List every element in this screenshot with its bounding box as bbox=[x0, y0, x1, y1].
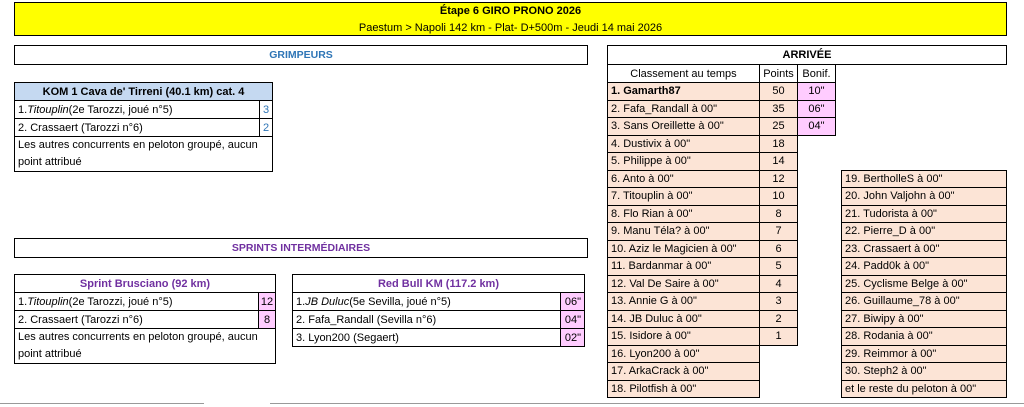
arrivee-row-label: 15. Isidore à 00" bbox=[607, 327, 760, 346]
arrivee-row-points: 25 bbox=[759, 117, 798, 136]
arrivee-right-row: 23. Crassaert à 00" bbox=[841, 239, 1007, 258]
brusciano-note: Les autres concurrents en peloton groupé… bbox=[14, 328, 276, 364]
arrivee-right-row: 22. Pierre_D à 00" bbox=[841, 222, 1007, 241]
arrivee-row-points: 3 bbox=[759, 292, 798, 311]
brusciano-row-1: 1. Titouplin (2e Tarozzi, joué n°5) bbox=[14, 292, 259, 311]
brusciano-pts-1: 12 bbox=[258, 292, 276, 311]
stage-title: Étape 6 GIRO PRONO 2026 bbox=[439, 5, 582, 17]
arrivee-row-label: 16. Lyon200 à 00" bbox=[607, 344, 760, 363]
stage-subtitle: Paestum > Napoli 142 km - Plat- D+500m -… bbox=[358, 22, 663, 34]
redbull-bonif-3: 02" bbox=[560, 328, 585, 347]
arrivee-row-label: 6. Anto à 00" bbox=[607, 169, 760, 188]
arrivee-row-label: 9. Manu Téla? à 00" bbox=[607, 222, 760, 241]
stage-header: Étape 6 GIRO PRONO 2026 Paestum > Napoli… bbox=[14, 2, 1007, 36]
bottom-divider-left bbox=[0, 403, 204, 407]
arrivee-row-label: 10. Aziz le Magicien à 00" bbox=[607, 239, 760, 258]
arrivee-right-row: 28. Rodania à 00" bbox=[841, 327, 1007, 346]
kom-rest-1: (2e Tarozzi, joué n°5) bbox=[68, 103, 173, 116]
bottom-divider-right bbox=[270, 403, 1024, 407]
redbull-name-1: JB Duluc bbox=[305, 295, 350, 308]
arrivee-row-points: 10 bbox=[759, 187, 798, 206]
arrivee-right-row: 24. Padd0k à 00" bbox=[841, 257, 1007, 276]
brusciano-rank-1: 1. bbox=[18, 295, 28, 308]
arrivee-row-points: 5 bbox=[759, 257, 798, 276]
arrivee-row-bonif: 04" bbox=[797, 117, 836, 136]
kom-name-1: Titouplin bbox=[27, 103, 69, 116]
kom-pts-1: 3 bbox=[259, 100, 273, 119]
arrivee-right-row: 26. Guillaume_78 à 00" bbox=[841, 292, 1007, 311]
arrivee-row-points: 4 bbox=[759, 274, 798, 293]
sprints-heading: SPRINTS INTERMÉDIAIRES bbox=[14, 238, 588, 258]
redbull-bonif-1: 06" bbox=[560, 292, 585, 311]
arrivee-right-row: 21. Tudorista à 00" bbox=[841, 204, 1007, 223]
arrivee-row-points: 14 bbox=[759, 152, 798, 171]
arrivee-row-label: 5. Philippe à 00" bbox=[607, 152, 760, 171]
arrivee-row-points: 6 bbox=[759, 239, 798, 258]
redbull-row-3: 3. Lyon200 (Segaert) bbox=[292, 328, 561, 347]
arrivee-row-points: 50 bbox=[759, 82, 798, 101]
arrivee-row-points: 1 bbox=[759, 327, 798, 346]
arrivee-row-label: 13. Annie G à 00" bbox=[607, 292, 760, 311]
arrivee-row-points: 2 bbox=[759, 309, 798, 328]
arrivee-row-points: 12 bbox=[759, 169, 798, 188]
arrivee-right-row: 20. John Valjohn à 00" bbox=[841, 187, 1007, 206]
arrivee-row-label: 7. Titouplin à 00" bbox=[607, 187, 760, 206]
arrivee-row-label: 14. JB Duluc à 00" bbox=[607, 309, 760, 328]
arrivee-row-label: 3. Sans Oreillette à 00" bbox=[607, 117, 760, 136]
kom-rank-1: 1. bbox=[18, 103, 28, 116]
arrivee-row-label: 1. Gamarth87 bbox=[607, 82, 760, 101]
col-bonif-header: Bonif. bbox=[797, 64, 836, 83]
brusciano-row-2: 2. Crassaert (Tarozzi n°6) bbox=[14, 310, 259, 329]
arrivee-right-row: 27. Biwipy à 00" bbox=[841, 309, 1007, 328]
kom-row-2: 2. Crassaert (Tarozzi n°6) bbox=[14, 118, 260, 137]
kom-note: Les autres concurrents en peloton groupé… bbox=[14, 136, 273, 172]
arrivee-row-points: 8 bbox=[759, 204, 798, 223]
col-classement-header: Classement au temps bbox=[607, 64, 760, 83]
arrivee-row-label: 8. Flo Rian à 00" bbox=[607, 204, 760, 223]
arrivee-right-row: 25. Cyclisme Belge à 00" bbox=[841, 274, 1007, 293]
redbull-title: Red Bull KM (117.2 km) bbox=[292, 274, 585, 293]
redbull-row-1: 1. JB Duluc (5e Sevilla, joué n°5) bbox=[292, 292, 561, 311]
arrivee-row-points: 35 bbox=[759, 99, 798, 118]
arrivee-row-points: 18 bbox=[759, 134, 798, 153]
col-points-header: Points bbox=[759, 64, 798, 83]
kom-title: KOM 1 Cava de' Tirreni (40.1 km) cat. 4 bbox=[14, 82, 273, 101]
kom-pts-2: 2 bbox=[259, 118, 273, 137]
arrivee-row-label: 17. ArkaCrack à 00" bbox=[607, 362, 760, 381]
kom-row-1: 1. Titouplin (2e Tarozzi, joué n°5) bbox=[14, 100, 260, 119]
arrivee-row-label: 12. Val De Saire à 00" bbox=[607, 274, 760, 293]
grimpeurs-heading: GRIMPEURS bbox=[14, 45, 588, 65]
brusciano-name-1: Titouplin bbox=[27, 295, 69, 308]
arrivee-right-row: 19. BertholleS à 00" bbox=[841, 169, 1007, 188]
arrivee-row-label: 18. Pilotfish à 00" bbox=[607, 379, 760, 398]
redbull-rank-1: 1. bbox=[296, 295, 306, 308]
arrivee-right-row: 30. Steph2 à 00" bbox=[841, 362, 1007, 381]
arrivee-right-row: 29. Reimmor à 00" bbox=[841, 344, 1007, 363]
arrivee-right-row: et le reste du peloton à 00" bbox=[841, 379, 1007, 398]
brusciano-rest-1: (2e Tarozzi, joué n°5) bbox=[68, 295, 173, 308]
arrivee-row-bonif: 06" bbox=[797, 99, 836, 118]
brusciano-pts-2: 8 bbox=[258, 310, 276, 329]
arrivee-row-label: 2. Fafa_Randall à 00" bbox=[607, 99, 760, 118]
arrivee-heading: ARRIVÉE bbox=[607, 45, 1007, 65]
redbull-bonif-2: 04" bbox=[560, 310, 585, 329]
arrivee-row-label: 4. Dustivix à 00" bbox=[607, 134, 760, 153]
redbull-row-2: 2. Fafa_Randall (Sevilla n°6) bbox=[292, 310, 561, 329]
redbull-rest-1: (5e Sevilla, joué n°5) bbox=[349, 295, 451, 308]
arrivee-row-label: 11. Bardanmar à 00" bbox=[607, 257, 760, 276]
arrivee-row-bonif: 10" bbox=[797, 82, 836, 101]
brusciano-title: Sprint Brusciano (92 km) bbox=[14, 274, 276, 293]
arrivee-row-points: 7 bbox=[759, 222, 798, 241]
